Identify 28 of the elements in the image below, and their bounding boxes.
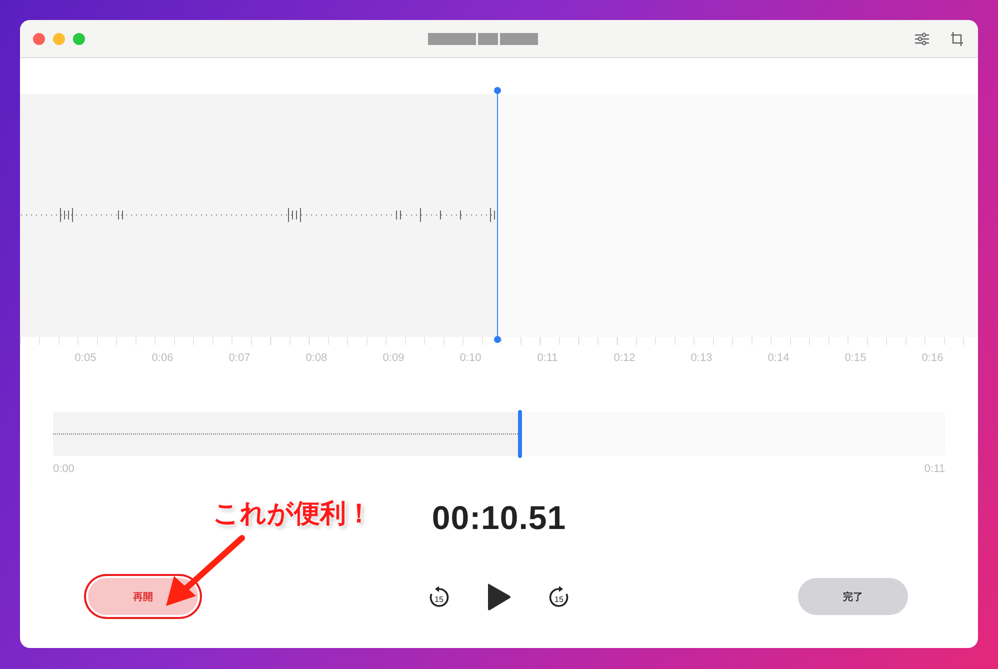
time-label: 0:06 xyxy=(150,352,174,366)
time-label: 0:15 xyxy=(844,352,868,366)
redacted-title-block xyxy=(500,32,538,44)
end-time: 0:11 xyxy=(924,463,945,475)
annotation-text: これが便利！ xyxy=(213,497,372,530)
crop-icon[interactable] xyxy=(950,30,964,46)
time-label: 0:11 xyxy=(536,352,559,366)
zoom-button[interactable] xyxy=(73,32,85,44)
time-label: 0:16 xyxy=(920,352,944,366)
redacted-title-block xyxy=(428,32,476,44)
play-icon[interactable] xyxy=(486,582,512,612)
time-label: 0:12 xyxy=(612,352,636,366)
elapsed-time: 00:10.51 xyxy=(432,499,566,537)
time-label: 0:10 xyxy=(458,352,482,366)
time-label: 0:14 xyxy=(766,352,790,366)
sliders-icon[interactable] xyxy=(914,32,930,46)
minimize-button[interactable] xyxy=(53,32,65,44)
time-label: 0:13 xyxy=(690,352,714,366)
time-label: 0:07 xyxy=(228,352,252,366)
redacted-title-block xyxy=(478,32,498,44)
close-button[interactable] xyxy=(33,32,45,44)
scrubber-handle[interactable] xyxy=(518,410,522,458)
time-label: 0:08 xyxy=(304,352,328,366)
overview-track[interactable] xyxy=(53,412,945,456)
start-time: 0:00 xyxy=(53,463,74,475)
done-button[interactable]: 完了 xyxy=(798,578,908,615)
time-label: 0:09 xyxy=(382,352,406,366)
time-label: 0:05 xyxy=(74,352,98,366)
